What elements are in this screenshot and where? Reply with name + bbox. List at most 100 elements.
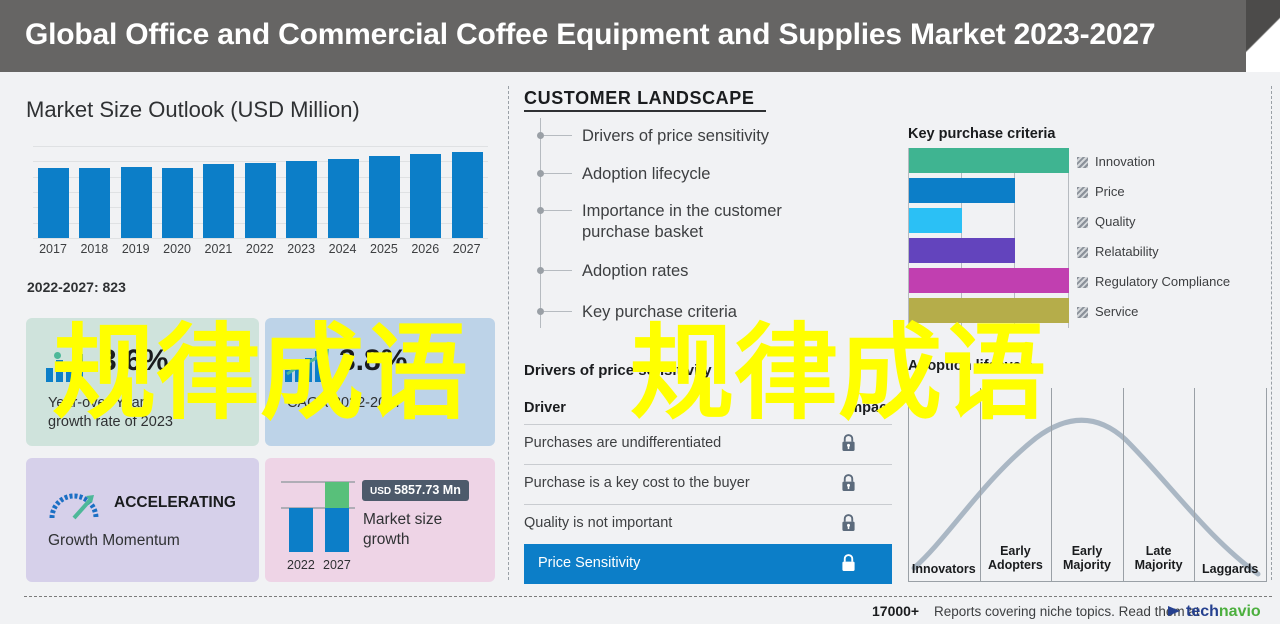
corner-fold-decoration xyxy=(1246,0,1280,72)
bar xyxy=(909,298,1069,323)
lock-icon xyxy=(841,473,856,492)
legend-swatch-icon xyxy=(1077,307,1088,318)
bar xyxy=(38,168,69,238)
axis-divider xyxy=(1266,388,1267,582)
customer-landscape-item[interactable]: Drivers of price sensitivity xyxy=(582,126,902,147)
year-label: 2027 xyxy=(446,242,488,256)
kpi-label-line1: Growth Momentum xyxy=(48,532,180,550)
table-row[interactable]: Purchase is a key cost to the buyer xyxy=(524,464,892,504)
legend-label: Price xyxy=(1095,184,1125,199)
key-purchase-criteria-chart xyxy=(908,148,1068,328)
bar xyxy=(162,168,193,238)
year-label: 2024 xyxy=(322,242,364,256)
axis-divider xyxy=(908,388,909,582)
bar xyxy=(909,268,1069,293)
table-row[interactable]: Price Sensitivity xyxy=(524,544,892,584)
table-row[interactable]: Purchases are undifferentiated xyxy=(524,424,892,464)
driver-label: Purchases are undifferentiated xyxy=(524,435,721,451)
bar xyxy=(121,167,152,238)
list-connector xyxy=(544,270,572,271)
grid-line xyxy=(33,238,488,239)
mini-year-end: 2027 xyxy=(323,558,351,572)
bar xyxy=(286,161,317,238)
customer-landscape-title: CUSTOMER LANDSCAPE xyxy=(524,88,754,109)
column-divider-left xyxy=(508,86,509,580)
kpi-label-line1: Year-over-Year xyxy=(48,394,144,412)
kpi-label-line2: growth xyxy=(363,530,442,550)
legend-label: Innovation xyxy=(1095,154,1155,169)
badge-value: 5857.73 Mn xyxy=(394,483,461,497)
mini-year-start: 2022 xyxy=(287,558,315,572)
kpi-card-cagr[interactable]: 3.8% CAGR 2022-2027 xyxy=(265,318,495,446)
lifecycle-stage-label: EarlyAdopters xyxy=(980,544,1052,572)
customer-landscape-item[interactable]: Adoption rates xyxy=(582,261,902,282)
logo-text-tech: tech xyxy=(1186,603,1219,620)
badge-currency: USD xyxy=(370,486,391,497)
axis-divider xyxy=(1194,388,1195,582)
page-header: Global Office and Commercial Coffee Equi… xyxy=(0,0,1280,72)
driver-table-title: Drivers of price sensitivity xyxy=(524,362,712,379)
customer-landscape-item[interactable]: Adoption lifecycle xyxy=(582,164,902,185)
lifecycle-stage-label: LateMajority xyxy=(1123,544,1195,572)
driver-label: Price Sensitivity xyxy=(538,555,640,571)
list-connector xyxy=(544,173,572,174)
list-bullet-icon xyxy=(537,207,544,214)
customer-landscape-item[interactable]: Importance in the customer purchase bask… xyxy=(582,201,832,243)
kpi-card-yoy-growth[interactable]: 3.6% Year-over-Year growth rate of 2023 xyxy=(26,318,259,446)
market-size-badge: USD5857.73 Mn xyxy=(362,480,469,501)
technavio-arrow-icon xyxy=(1168,606,1180,616)
kpi-label-line2: growth rate of 2023 xyxy=(48,413,173,431)
kpi-label-line1: CAGR 2022-2027 xyxy=(287,394,402,412)
column-header-impact: Impact xyxy=(845,400,892,416)
growth-chart-icon xyxy=(285,348,329,382)
column-compare-icon xyxy=(279,474,361,558)
logo-text-navio: navio xyxy=(1219,603,1261,620)
driver-label: Purchase is a key cost to the buyer xyxy=(524,475,750,491)
table-row[interactable]: Quality is not important xyxy=(524,504,892,544)
footer-divider xyxy=(24,596,1272,597)
year-label: 2019 xyxy=(115,242,157,256)
year-label: 2022 xyxy=(239,242,281,256)
bar xyxy=(369,156,400,238)
year-label: 2023 xyxy=(280,242,322,256)
list-bullet-icon xyxy=(537,267,544,274)
gauge-icon xyxy=(48,486,104,522)
technavio-logo[interactable]: technavio xyxy=(1186,603,1261,621)
key-purchase-criteria-title: Key purchase criteria xyxy=(908,126,1056,142)
year-label: 2021 xyxy=(197,242,239,256)
adoption-lifecycle-title: Adoption lifecycle xyxy=(908,358,1033,374)
lifecycle-stage-label: EarlyMajority xyxy=(1051,544,1123,572)
legend-label: Quality xyxy=(1095,214,1135,229)
bar-chart-icon xyxy=(46,348,90,382)
legend-swatch-icon xyxy=(1077,217,1088,228)
customer-landscape-spine xyxy=(540,118,541,328)
year-label: 2017 xyxy=(32,242,74,256)
market-size-title: Market Size Outlook (USD Million) xyxy=(26,97,360,123)
bar xyxy=(203,164,234,238)
lock-icon xyxy=(841,433,856,452)
grid-line xyxy=(33,146,488,147)
bar xyxy=(245,163,276,238)
customer-landscape-item[interactable]: Key purchase criteria xyxy=(582,302,902,323)
bar xyxy=(452,152,483,238)
legend-swatch-icon xyxy=(1077,247,1088,258)
list-connector xyxy=(544,135,572,136)
column-divider-right xyxy=(1271,86,1272,580)
lifecycle-stage-label: Laggards xyxy=(1194,562,1266,576)
year-label: 2026 xyxy=(404,242,446,256)
year-label: 2018 xyxy=(73,242,115,256)
customer-landscape-underline xyxy=(524,110,766,112)
column-header-driver: Driver xyxy=(524,400,566,416)
list-bullet-icon xyxy=(537,308,544,315)
lifecycle-stage-label: Innovators xyxy=(908,562,980,576)
page-footer: 17000+ Reports covering niche topics. Re… xyxy=(0,600,1280,624)
kpi-value: ACCELERATING xyxy=(114,494,236,512)
kpi-card-growth-momentum[interactable]: ACCELERATING Growth Momentum xyxy=(26,458,259,582)
legend-swatch-icon xyxy=(1077,157,1088,168)
legend-label: Regulatory Compliance xyxy=(1095,274,1230,289)
bar xyxy=(909,208,962,233)
kpi-card-market-size-growth[interactable]: USD5857.73 Mn Market size growth 2022 20… xyxy=(265,458,495,582)
bar xyxy=(909,238,1015,263)
list-connector xyxy=(544,311,572,312)
legend-label: Service xyxy=(1095,304,1138,319)
